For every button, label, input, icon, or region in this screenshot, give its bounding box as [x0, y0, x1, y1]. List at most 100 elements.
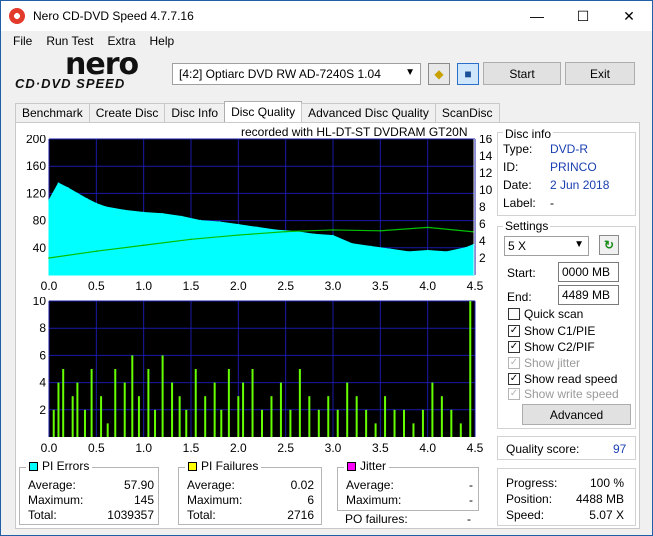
- y-tick-label: 80: [33, 214, 47, 228]
- x-tick-label: 3.5: [372, 279, 389, 291]
- x-tick-label: 3.5: [372, 441, 389, 453]
- advanced-button[interactable]: Advanced: [522, 404, 631, 425]
- show-c2pif-label: Show C2/PIF: [524, 340, 595, 354]
- menu-help[interactable]: Help: [143, 32, 182, 52]
- pi-errors-point: [142, 211, 145, 214]
- pi-errors-swatch: [29, 461, 38, 471]
- pi-failures-bar: [76, 382, 79, 437]
- floppy-save-icon: ■: [464, 67, 472, 81]
- window-title: Nero CD-DVD Speed 4.7.7.16: [33, 9, 194, 23]
- pi-failures-maximum: 6: [307, 493, 314, 507]
- pi-failures-bar: [62, 369, 65, 437]
- pi-failures-average-label: Average:: [187, 478, 235, 492]
- x-tick-label: 2.0: [230, 279, 247, 291]
- x-tick-label: 4.5: [467, 279, 484, 291]
- pi-failures-bar: [374, 423, 377, 437]
- pi-failures-bar: [178, 396, 181, 437]
- y2-tick-label: 16: [479, 135, 493, 146]
- pi-failures-bar: [171, 382, 174, 437]
- pi-errors-point: [256, 226, 259, 229]
- pi-errors-point: [275, 229, 278, 231]
- quick-scan-checkbox[interactable]: Quick scan: [508, 307, 583, 321]
- pi-failures-bar: [154, 409, 157, 437]
- pi-failures-bar: [469, 301, 472, 437]
- pi-failures-bar: [194, 369, 197, 437]
- pi-errors-maximum: 145: [133, 493, 154, 507]
- x-tick-label: 2.5: [277, 279, 294, 291]
- checkmark-icon: ✓: [508, 325, 520, 337]
- pi-failures-bar: [71, 396, 74, 437]
- po-failures-value: -: [467, 512, 471, 526]
- position-label: Position:: [506, 492, 553, 506]
- menu-file[interactable]: File: [1, 32, 39, 52]
- exit-button[interactable]: Exit: [565, 62, 635, 85]
- jitter-average-label: Average:: [346, 478, 394, 492]
- end-input[interactable]: 4489 MB: [558, 285, 619, 305]
- pi-failures-chart: 0.0 0.5 1.0 1.5 2.0 2.5 3.0 3.5 4.0 4.5 10 8 6 4 2: [33, 297, 484, 453]
- chevron-down-icon: ▼: [574, 239, 584, 250]
- pi-failures-bar: [100, 396, 103, 437]
- drive-info-button[interactable]: ◆: [428, 63, 450, 85]
- drive-select[interactable]: [4:2] Optiarc DVD RW AD-7240S 1.04 ▼: [172, 63, 421, 85]
- pi-errors-point: [218, 221, 221, 223]
- tab-benchmark[interactable]: Benchmark: [15, 103, 90, 123]
- pi-errors-point: [199, 219, 202, 222]
- pi-failures-bar: [161, 355, 164, 437]
- po-failures-label: PO failures:: [345, 512, 408, 526]
- pi-failures-bar: [137, 396, 140, 437]
- pi-failures-bar: [114, 369, 117, 437]
- position-value: 4488 MB: [575, 492, 624, 506]
- quality-score-value: 97: [613, 442, 627, 456]
- tab-disc-info[interactable]: Disc Info: [164, 103, 226, 123]
- pi-failures-swatch: [188, 461, 197, 471]
- tab-scandisc[interactable]: ScanDisc: [434, 103, 500, 123]
- quality-score-label: Quality score:: [506, 442, 580, 456]
- show-c1pie-label: Show C1/PIE: [524, 324, 596, 338]
- pi-errors-point: [464, 247, 467, 249]
- quick-scan-label: Quick scan: [524, 307, 584, 321]
- show-c1pie-checkbox[interactable]: ✓ Show C1/PIE: [508, 324, 595, 338]
- disc-info-title: Disc info: [503, 127, 554, 141]
- pi-failures-bar: [279, 382, 282, 437]
- save-button[interactable]: ■: [457, 63, 479, 85]
- read-speed-point: [379, 230, 382, 232]
- tab-create-disc[interactable]: Create Disc: [88, 103, 166, 123]
- start-button[interactable]: Start: [483, 62, 561, 85]
- tab-disc-quality[interactable]: Disc Quality: [224, 101, 303, 123]
- progress-label: Progress:: [506, 476, 558, 490]
- pi-errors-point: [95, 202, 98, 205]
- start-input[interactable]: 0000 MB: [558, 262, 619, 282]
- tab-advanced-disc-quality[interactable]: Advanced Disc Quality: [301, 103, 436, 123]
- read-speed-point: [95, 250, 98, 252]
- disc-date-value: 2 Jun 2018: [550, 178, 610, 192]
- pi-failures-bar: [421, 409, 424, 437]
- pi-errors-title-wrap: PI Errors: [26, 459, 93, 473]
- pi-failures-bar: [57, 382, 60, 437]
- show-read-speed-checkbox[interactable]: ✓ Show read speed: [508, 372, 617, 386]
- speed-value: 5.07 X: [589, 508, 624, 522]
- pi-errors-average: 57.90: [123, 478, 154, 492]
- show-c2pif-checkbox[interactable]: ✓ Show C2/PIF: [508, 340, 595, 354]
- pi-failures-bar: [298, 369, 301, 437]
- settings-title: Settings: [503, 219, 551, 233]
- pi-errors-point: [370, 245, 372, 248]
- x-tick-label: 4.5: [467, 441, 484, 453]
- y-tick-label: 2: [39, 403, 46, 417]
- y-tick-label: 4: [39, 376, 46, 390]
- pi-errors-point: [123, 209, 126, 212]
- pi-errors-title: PI Errors: [42, 459, 90, 473]
- close-button[interactable]: ✕: [606, 1, 652, 31]
- y2-tick-label: 8: [479, 200, 486, 214]
- x-tick-label: 4.0: [419, 279, 436, 291]
- refresh-speed-button[interactable]: ↻: [599, 235, 619, 255]
- minimize-button[interactable]: —: [514, 1, 560, 31]
- pi-failures-bar: [384, 396, 387, 437]
- y-tick-label: 200: [26, 135, 46, 146]
- read-speed-point: [332, 229, 334, 231]
- pi-failures-average: 0.02: [290, 478, 314, 492]
- speed-select[interactable]: 5 X ▼: [504, 236, 589, 256]
- pi-failures-bar: [393, 409, 396, 437]
- y-tick-label: 8: [39, 321, 46, 335]
- maximize-button[interactable]: ☐: [560, 1, 606, 31]
- read-speed-point: [142, 244, 145, 247]
